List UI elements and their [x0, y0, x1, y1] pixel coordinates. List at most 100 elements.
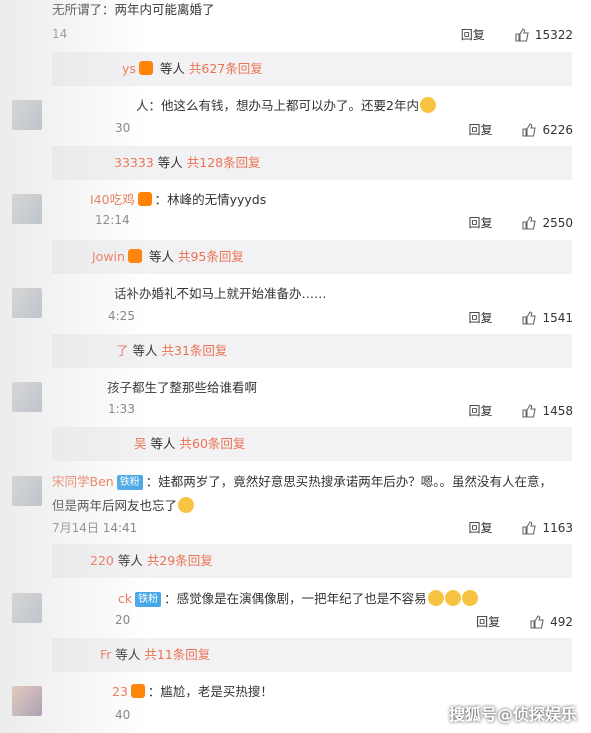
- like-count: 492: [550, 614, 573, 629]
- thumbs-up-icon: [515, 27, 529, 42]
- comment-date: 7月14日 14:41: [52, 521, 138, 535]
- reply-text: 等人: [115, 647, 141, 662]
- reply-count-link[interactable]: 共95条回复: [178, 249, 244, 264]
- reply-summary-bar[interactable]: 了 等人 共31条回复: [52, 334, 572, 368]
- reply-summary-bar[interactable]: ys 等人 共627条回复: [52, 52, 572, 86]
- reply-user[interactable]: 220: [90, 553, 114, 568]
- reply-user[interactable]: ys: [122, 61, 136, 76]
- reply-text: 等人: [159, 61, 185, 76]
- comment-date: 12:14: [95, 213, 130, 227]
- avatar[interactable]: [12, 593, 42, 623]
- avatar[interactable]: [12, 382, 42, 412]
- comment-text: I40吃鸡 ：林峰的无情yyyds: [52, 188, 561, 212]
- reply-button[interactable]: 回复: [468, 121, 492, 138]
- comment-actions: 回复 6226: [468, 121, 573, 138]
- reply-summary-bar[interactable]: 33333 等人 共128条回复: [52, 146, 572, 180]
- vip-icon: [137, 192, 152, 206]
- fan-badge: 铁粉: [116, 475, 143, 490]
- reply-button[interactable]: 回复: [468, 402, 492, 419]
- watermark: 搜狐号@侦探娱乐: [448, 705, 577, 724]
- like-button[interactable]: 492: [530, 615, 573, 629]
- comment-actions: 回复 1163: [468, 519, 573, 536]
- like-button[interactable]: 2550: [522, 216, 573, 230]
- comment-actions: 回复 2550: [468, 214, 573, 231]
- comment-date: 20: [115, 613, 131, 627]
- reply-text: 等人: [117, 553, 143, 568]
- reply-count-link[interactable]: 共29条回复: [147, 553, 213, 568]
- comment-date: 40: [115, 708, 131, 722]
- like-count: 1541: [542, 310, 573, 325]
- vip-icon: [130, 684, 145, 698]
- thumbs-up-icon: [522, 403, 537, 418]
- like-count: 15322: [534, 27, 573, 42]
- doge-emoji-icon: [178, 497, 195, 513]
- reply-summary-bar[interactable]: Fr 等人 共11条回复: [52, 638, 572, 672]
- reply-count-link[interactable]: 共11条回复: [144, 647, 210, 662]
- reply-count-link[interactable]: 共31条回复: [162, 343, 228, 358]
- thumbs-up-icon: [522, 310, 537, 325]
- comment-user[interactable]: I40吃鸡: [90, 192, 135, 207]
- reply-button[interactable]: 回复: [461, 26, 485, 43]
- comment-date: 30: [115, 121, 131, 135]
- reply-count-link[interactable]: 共128条回复: [187, 155, 261, 170]
- avatar[interactable]: [12, 476, 42, 506]
- reply-text: 等人: [148, 249, 174, 264]
- comment-body: ：林峰的无情yyyds: [154, 192, 267, 207]
- comment-actions: 回复 15322: [461, 26, 573, 43]
- like-count: 1163: [542, 520, 573, 535]
- reply-summary-bar[interactable]: 吴 等人 共60条回复: [52, 427, 572, 461]
- avatar[interactable]: [12, 288, 42, 318]
- reply-summary-bar[interactable]: 220 等人 共29条回复: [52, 544, 572, 578]
- comment-text: 话补办婚礼不如马上就开始准备办……: [52, 282, 561, 306]
- reply-text: 等人: [150, 436, 176, 451]
- comment-body: ：感觉像是在演偶像剧，一把年纪了也是不容易: [164, 591, 427, 606]
- like-button[interactable]: 1541: [522, 311, 573, 325]
- like-button[interactable]: 1458: [522, 404, 573, 418]
- like-count: 1458: [542, 403, 573, 418]
- comment-user[interactable]: 宋同学Ben: [52, 474, 114, 489]
- like-button[interactable]: 6226: [522, 123, 573, 137]
- comment-user[interactable]: 23: [112, 684, 128, 699]
- comment-text: 宋同学Ben 铁粉 ：娃都两岁了，竟然好意思买热搜承诺两年后办？嗯。。虽然没有人在意…: [52, 470, 563, 518]
- comment-text: ck 铁粉 ：感觉像是在演偶像剧，一把年纪了也是不容易: [52, 587, 561, 611]
- reply-user[interactable]: Fr: [100, 647, 111, 662]
- comment-actions: 回复 492: [476, 613, 573, 630]
- thumbs-up-icon: [522, 520, 537, 535]
- comment-body: 话补办婚礼不如马上就开始准备办……: [114, 286, 327, 301]
- comment-user[interactable]: ck: [118, 591, 132, 606]
- reply-text: 等人: [157, 155, 183, 170]
- avatar[interactable]: [12, 686, 42, 716]
- avatar[interactable]: [12, 100, 42, 130]
- thumbs-up-icon: [530, 614, 544, 629]
- comment-body: 孩子都生了整那些给谁看啊: [107, 380, 258, 395]
- reply-count-link[interactable]: 共627条回复: [189, 61, 263, 76]
- reply-user[interactable]: 33333: [114, 155, 154, 170]
- reply-summary-bar[interactable]: Jowin 等人 共95条回复: [52, 240, 572, 274]
- like-count: 6226: [542, 122, 573, 137]
- like-count: 2550: [542, 215, 573, 230]
- comment-text: 人：他这么有钱，想办马上都可以办了。还要2年内: [52, 94, 561, 118]
- reply-button[interactable]: 回复: [468, 519, 492, 536]
- comment-date: 14: [52, 27, 68, 41]
- avatar[interactable]: [12, 194, 42, 224]
- comment-actions: 回复 1458: [468, 402, 573, 419]
- comment-date: 1:33: [108, 402, 135, 416]
- reply-button[interactable]: 回复: [476, 613, 500, 630]
- reply-button[interactable]: 回复: [468, 214, 492, 231]
- reply-count-link[interactable]: 共60条回复: [180, 436, 246, 451]
- laugh-cry-emoji-icon: [427, 590, 444, 606]
- reply-user[interactable]: 了: [116, 343, 129, 358]
- fan-badge: 铁粉: [135, 592, 162, 607]
- vip-icon: [127, 249, 142, 263]
- comment-actions: 回复 1541: [468, 309, 573, 326]
- reply-button[interactable]: 回复: [468, 309, 492, 326]
- reply-user[interactable]: 吴: [134, 436, 147, 451]
- reply-user[interactable]: Jowin: [92, 249, 125, 264]
- laugh-cry-emoji-icon: [461, 590, 478, 606]
- laugh-cry-emoji-icon: [444, 590, 461, 606]
- like-button[interactable]: 15322: [515, 28, 573, 42]
- laugh-cry-emoji-icon: [419, 97, 436, 113]
- comment-text: 无所谓了：两年内可能离婚了: [52, 2, 215, 17]
- like-button[interactable]: 1163: [522, 521, 573, 535]
- comment-text: 孩子都生了整那些给谁看啊: [52, 376, 561, 400]
